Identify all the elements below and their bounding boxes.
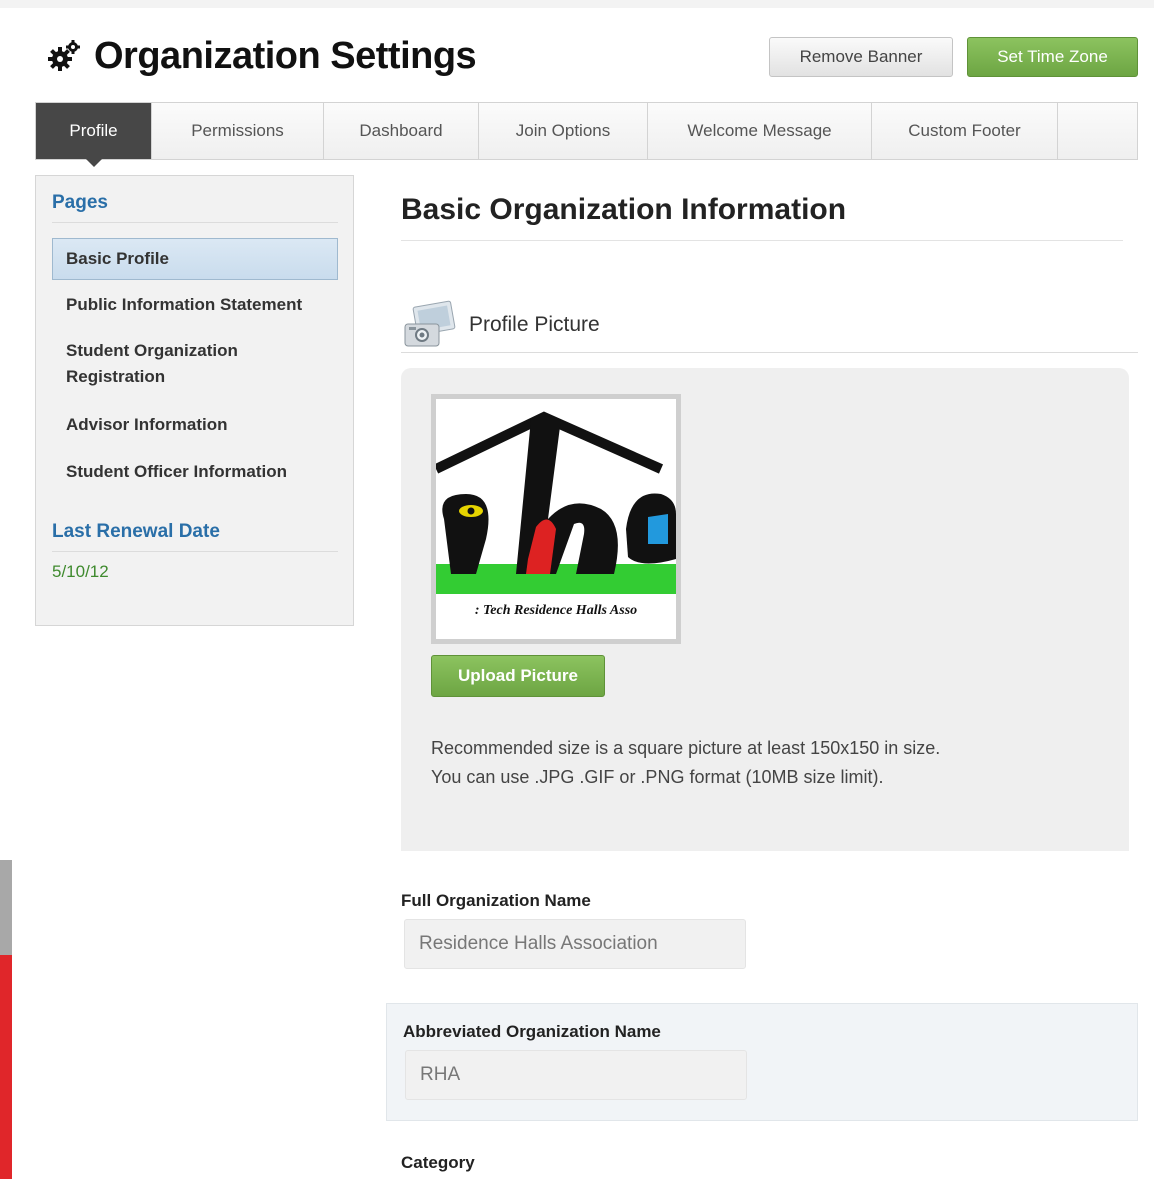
sidebar-item-basic-profile[interactable]: Basic Profile <box>52 238 338 280</box>
abbreviated-organization-name-label: Abbreviated Organization Name <box>403 1022 661 1041</box>
last-renewal-date-value: 5/10/12 <box>52 562 109 581</box>
profile-picture-frame: : Tech Residence Halls Asso <box>431 394 681 644</box>
picture-help-line-1: Recommended size is a square picture at … <box>431 738 941 758</box>
full-organization-name-label: Full Organization Name <box>401 891 591 910</box>
profile-picture-panel: : Tech Residence Halls Asso Upload Pictu… <box>401 368 1129 851</box>
logo-caption: : Tech Residence Halls Asso <box>475 603 637 618</box>
category-label: Category <box>401 1153 475 1172</box>
sidebar-heading-last-renewal-date: Last Renewal Date <box>52 521 338 552</box>
photo-camera-icon <box>404 300 456 347</box>
background-strip-red <box>0 955 12 1179</box>
picture-help-line-2: You can use .JPG .GIF or .PNG format (10… <box>431 767 884 787</box>
section-title: Basic Organization Information <box>401 193 1123 241</box>
tab-empty <box>1058 103 1137 159</box>
sidebar: Pages Basic Profile Public Information S… <box>35 175 354 626</box>
full-organization-name-field[interactable] <box>404 919 746 969</box>
sidebar-item-student-officer-information[interactable]: Student Officer Information <box>52 459 338 485</box>
organization-logo: : Tech Residence Halls Asso <box>436 399 676 639</box>
set-time-zone-button[interactable]: Set Time Zone <box>967 37 1138 77</box>
upload-picture-button[interactable]: Upload Picture <box>431 655 605 697</box>
remove-banner-button[interactable]: Remove Banner <box>769 37 953 77</box>
sidebar-item-public-information-statement[interactable]: Public Information Statement <box>52 292 338 318</box>
abbreviated-organization-name-field[interactable] <box>405 1050 747 1100</box>
profile-picture-label: Profile Picture <box>469 313 600 336</box>
tab-dashboard[interactable]: Dashboard <box>324 103 479 159</box>
background-strip-gray <box>0 860 12 960</box>
top-strip <box>0 0 1154 8</box>
page-header: Organization Settings <box>46 32 477 80</box>
tab-custom-footer[interactable]: Custom Footer <box>872 103 1058 159</box>
sidebar-item-student-organization-registration[interactable]: Student Organization Registration <box>52 338 338 390</box>
picture-size-help: Recommended size is a square picture at … <box>431 734 940 792</box>
settings-tab-bar: Profile Permissions Dashboard Join Optio… <box>35 102 1138 167</box>
page-title: Organization Settings <box>94 34 477 77</box>
gears-icon <box>48 40 80 71</box>
tab-permissions[interactable]: Permissions <box>152 103 324 159</box>
tab-join-options[interactable]: Join Options <box>479 103 648 159</box>
profile-picture-header: Profile Picture <box>401 298 1138 353</box>
tab-welcome-message[interactable]: Welcome Message <box>648 103 872 159</box>
sidebar-item-advisor-information[interactable]: Advisor Information <box>52 412 338 438</box>
tab-profile[interactable]: Profile <box>36 103 152 167</box>
sidebar-heading-pages: Pages <box>52 192 338 223</box>
